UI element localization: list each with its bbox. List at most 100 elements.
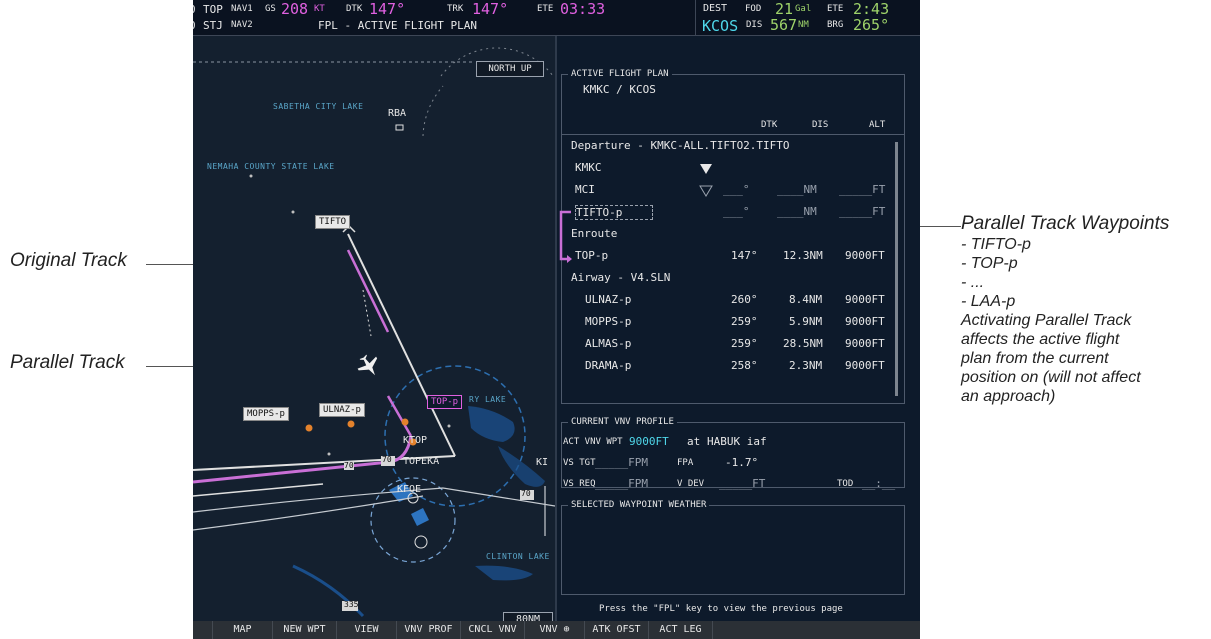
fpl-row-dtk: 259°: [731, 315, 758, 328]
topbar-divider: [695, 0, 696, 36]
nav2-id: STJ: [203, 19, 223, 32]
fpl-row-alt: _____FT: [839, 205, 886, 218]
waypoint-mopps[interactable]: MOPPS-p: [243, 407, 289, 421]
softkey-view[interactable]: VIEW: [337, 621, 397, 639]
fpl-row-alt: 9000FT: [845, 293, 885, 306]
vnv-act-label: ACT VNV WPT: [563, 437, 623, 447]
fpl-row-dis: ____NM: [777, 183, 817, 196]
map-label-nemaha: NEMAHA COUNTY STATE LAKE: [207, 162, 335, 171]
fpl-row-tifto-p[interactable]: TIFTO-p ___° ____NM _____FT: [563, 205, 908, 227]
fpl-row-dis: 2.3NM: [789, 359, 823, 372]
fpl-row-name: Departure - KMKC-ALL.TIFTO2.TIFTO: [571, 139, 790, 152]
highway-335-shield: 335: [344, 600, 359, 609]
callout-line: - ...: [961, 274, 985, 291]
fpl-row-dtk: 258°: [731, 359, 758, 372]
col-dis: DIS: [812, 120, 829, 130]
fpl-row-alt: 9000FT: [845, 249, 885, 262]
fpl-row-drama-p[interactable]: DRAMA-p 258° 2.3NM 9000FT: [563, 359, 908, 381]
map-label-kfoe: KFOE: [397, 484, 422, 495]
waypoint-tifto[interactable]: TIFTO: [315, 215, 351, 229]
dest-value: KCOS: [702, 17, 739, 35]
callout-line: - TOP-p: [961, 255, 1018, 272]
dtk-label: DTK: [346, 4, 363, 14]
callout-desc: affects the active flight: [961, 331, 1120, 348]
tod-value: __:__: [862, 477, 896, 490]
softkey-new-wpt[interactable]: NEW WPT: [273, 621, 337, 639]
trk-value: 147°: [472, 0, 509, 18]
panel-title: CURRENT VNV PROFILE: [568, 417, 677, 427]
top-status-bar: 0 0 TOP NAV1 STJ NAV2 GS 208 KT DTK 147°…: [193, 0, 920, 36]
fpl-row-alt: 9000FT: [845, 315, 885, 328]
softkey-act-leg[interactable]: ACT LEG: [649, 621, 713, 639]
vs-req-value: _____FPM: [595, 477, 648, 490]
parallel-waypoints-callout: Parallel Track Waypoints - TIFTO-p - TOP…: [961, 213, 1209, 406]
softkey-blank[interactable]: [193, 621, 213, 639]
callout-desc: Activating Parallel Track: [961, 312, 1132, 329]
softkey-vnv-direct[interactable]: VNV ⊕: [525, 621, 585, 639]
fpl-row-dtk: 260°: [731, 293, 758, 306]
gs-label: GS: [265, 4, 276, 14]
softkey-blank[interactable]: [713, 621, 920, 639]
gs-unit: KT: [314, 4, 325, 14]
fpl-row-mci[interactable]: MCI ___° ____NM _____FT: [563, 183, 908, 205]
fpl-row-kmkc[interactable]: KMKC: [563, 161, 908, 183]
col-dtk: DTK: [761, 120, 778, 130]
vdev-label: V DEV: [677, 479, 705, 489]
fpl-row-name: DRAMA-p: [585, 359, 632, 372]
fpl-row-airway[interactable]: Airway - V4.SLN: [563, 271, 908, 293]
vnv-act-at: at: [687, 435, 701, 448]
flight-plan-pane: ACTIVE FLIGHT PLAN KMKC / KCOS DTK DIS A…: [557, 36, 920, 621]
softkey-vnv-prof[interactable]: VNV PROF: [397, 621, 461, 639]
waypoint-ulnaz[interactable]: ULNAZ-p: [319, 403, 365, 417]
fpl-row-mopps-p[interactable]: MOPPS-p 259° 5.9NM 9000FT: [563, 315, 908, 337]
fpl-row-enroute[interactable]: Enroute: [563, 227, 908, 249]
ete-label: ETE: [537, 4, 554, 14]
nav1-label: NAV1: [231, 4, 253, 14]
fpl-row-name: MOPPS-p: [585, 315, 632, 328]
leg-arrow-icon: [699, 185, 713, 197]
nav-marker: 0: [193, 3, 196, 16]
softkey-bar: MAP NEW WPT VIEW VNV PROF CNCL VNV VNV ⊕…: [193, 621, 920, 639]
map-label-ktop: KTOP: [403, 435, 428, 446]
nav1-id: TOP: [203, 3, 223, 16]
map-label-clinton-lake: CLINTON LAKE: [486, 552, 550, 561]
tod-label: TOD: [837, 479, 854, 489]
waypoint-top-p[interactable]: TOP-p: [427, 395, 463, 409]
fpl-row-name: MCI: [575, 183, 595, 196]
mfd-display: 0 0 TOP NAV1 STJ NAV2 GS 208 KT DTK 147°…: [193, 0, 920, 639]
fpl-row-departure[interactable]: Departure - KMKC-ALL.TIFTO2.TIFTO: [563, 139, 908, 161]
map-range[interactable]: 80NM: [503, 612, 553, 621]
fpl-row-almas-p[interactable]: ALMAS-p 259° 28.5NM 9000FT: [563, 337, 908, 359]
highway-70-shield: 70: [521, 489, 531, 498]
fod-unit: Gal: [795, 4, 812, 14]
fpl-row-alt: 9000FT: [845, 359, 885, 372]
softkey-cncl-vnv[interactable]: CNCL VNV: [461, 621, 525, 639]
brg-value: 265°: [853, 16, 890, 34]
callout-line: - LAA-p: [961, 293, 1016, 310]
fpa-label: FPA: [677, 458, 694, 468]
col-alt: ALT: [869, 120, 886, 130]
fpl-row-name: TOP-p: [575, 249, 609, 262]
fpl-row-ulnaz-p[interactable]: ULNAZ-p 260° 8.4NM 9000FT: [563, 293, 908, 315]
softkey-atk-ofst[interactable]: ATK OFST: [585, 621, 649, 639]
fpl-row-top-p[interactable]: TOP-p 147° 12.3NM 9000FT: [563, 249, 908, 271]
dtk-arrow-icon: [700, 164, 712, 174]
callout-desc: position on (will not affect: [961, 369, 1141, 386]
map-label-sabetha: SABETHA CITY LAKE: [273, 102, 364, 111]
fpl-row-name: Enroute: [571, 227, 618, 240]
dtk-value: 147°: [369, 0, 406, 18]
brg-label: BRG: [827, 20, 844, 30]
north-up-button[interactable]: NORTH UP: [476, 61, 544, 77]
softkey-map[interactable]: MAP: [213, 621, 273, 639]
callout-line: - TIFTO-p: [961, 236, 1031, 253]
active-leg-bracket-icon: [559, 210, 572, 263]
panel-title: ACTIVE FLIGHT PLAN: [568, 69, 672, 79]
moving-map[interactable]: NORTH UP SABETHA CITY LAKE NEMAHA COUNTY…: [193, 36, 555, 621]
callout-desc: an approach): [961, 388, 1056, 405]
highway-70-shield: 70: [382, 455, 392, 464]
fpl-row-name: KMKC: [575, 161, 602, 174]
parallel-track-callout: Parallel Track: [10, 352, 125, 373]
map-label-ry-lake: RY LAKE: [469, 395, 507, 404]
fpa-value: -1.7°: [725, 456, 759, 469]
fpl-row-name: Airway - V4.SLN: [571, 271, 671, 284]
